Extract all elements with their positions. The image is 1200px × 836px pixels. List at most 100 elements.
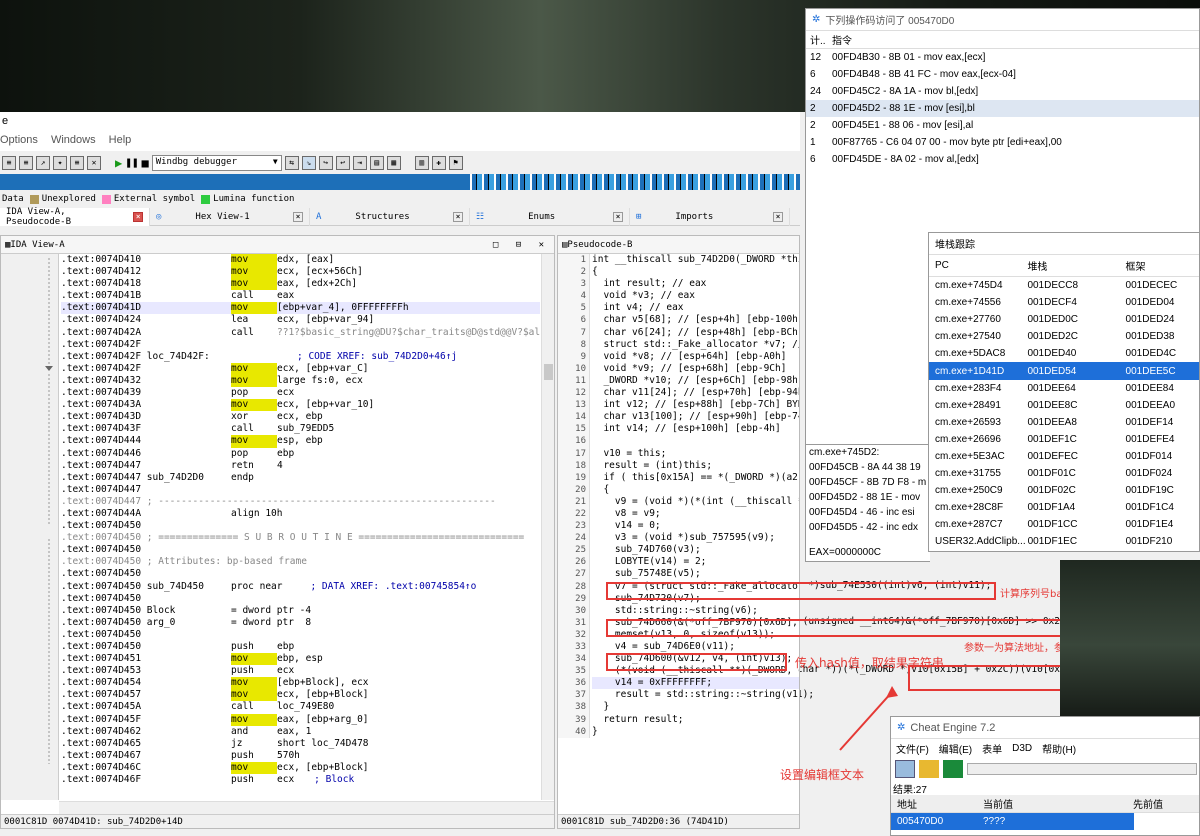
pseudocode-line[interactable]: void *v3; // eax [592, 290, 799, 302]
close-icon[interactable]: ✕ [87, 155, 101, 170]
stack-row[interactable]: cm.exe+27540 001DED2C 001DED38 [929, 328, 1199, 345]
disasm-row[interactable]: .text:0074D465 jz short loc_74D478 [61, 738, 540, 750]
tab-close-icon[interactable]: × [613, 211, 623, 222]
pseudocode-line[interactable]: } [592, 701, 799, 713]
disasm-row[interactable]: .text:0074D450 Block = dword ptr -4 [61, 605, 540, 617]
pseudocode-line[interactable]: v14 = 0xFFFFFFFF; [592, 677, 799, 690]
pseudocode-line[interactable]: std::string::~string(v6); [592, 605, 799, 617]
pseudocode-line[interactable]: _DWORD *v10; // [esp+6Ch] [ebp-98h] [592, 375, 799, 387]
toolbar-icon-9[interactable]: ↩ [335, 155, 350, 170]
pseudocode-line[interactable]: sub_75748E(v5); [592, 568, 799, 580]
pseudocode-line[interactable]: { [592, 484, 799, 496]
disasm-row[interactable]: .text:0074D46C mov ecx, [ebp+Block] [61, 761, 540, 775]
pseudocode-line[interactable]: struct std::_Fake_allocator *v7; // [592, 339, 799, 351]
stack-row[interactable]: cm.exe+5DAC8 001DED40 001DED4C [929, 345, 1199, 362]
pseudocode-line[interactable]: v9 = (void *)(*(int (__thiscall ** [592, 496, 799, 508]
tab-imports[interactable]: ⊞ Imports × [630, 207, 790, 226]
disasm-row[interactable]: .text:0074D43F call sub_79EDD5 [61, 423, 540, 435]
pseudocode-line[interactable]: int result; // eax [592, 278, 799, 290]
toolbar-icon-11[interactable]: ▤ [369, 155, 384, 170]
pseudocode-line[interactable]: v3 = (void *)sub_757595(v9); [592, 532, 799, 544]
tab-structures[interactable]: A Structures × [310, 207, 470, 226]
debugger-select[interactable]: Windbg debugger [151, 154, 282, 171]
pseudocode-line[interactable]: { [592, 266, 799, 278]
pseudocode-line[interactable] [592, 435, 799, 447]
toolbar-icon-4[interactable]: ✦ [53, 155, 67, 170]
disasm-row[interactable]: .text:0074D432 mov large fs:0, ecx [61, 374, 540, 388]
disasm-row[interactable]: .text:0074D450 sub_74D450 proc near ; DATA… [61, 581, 540, 593]
disasm-row[interactable]: .text:0074D450 arg_0 = dword ptr 8 [61, 617, 540, 629]
access-row[interactable]: 6 00FD45DE - 8A 02 - mov al,[edx] [806, 151, 1199, 168]
menu-windows[interactable]: Windows [51, 134, 96, 146]
toolbar-icon-12[interactable]: ▦ [386, 155, 401, 170]
tab-close-icon[interactable]: × [293, 211, 303, 222]
disasm-row[interactable]: .text:0074D43A mov ecx, [ebp+var_10] [61, 399, 540, 412]
stack-row[interactable]: cm.exe+250C9 001DF02C 001DF19C [929, 482, 1199, 499]
disasm-row[interactable]: .text:0074D41D mov [ebp+var_4], 0FFFFFFFFh [61, 302, 540, 315]
toolbar-icon-1[interactable]: ≡ [2, 155, 16, 170]
tab-close-icon[interactable]: × [133, 211, 143, 222]
disasm-row[interactable]: .text:0074D450 [61, 568, 540, 580]
access-row[interactable]: 24 00FD45C2 - 8A 1A - mov bl,[edx] [806, 83, 1199, 100]
pseudocode-line[interactable]: char v11[24]; // [esp+70h] [ebp-94h] [592, 387, 799, 399]
disasm-row[interactable]: .text:0074D45F mov eax, [ebp+arg_0] [61, 713, 540, 726]
stack-list[interactable]: cm.exe+745D4 001DECC8 001DECEC cm.exe+74556… [929, 277, 1199, 551]
access-row[interactable]: 12 00FD4B30 - 8B 01 - mov eax,[ecx] [806, 49, 1199, 66]
ce-menu-table[interactable]: 表单 [982, 741, 1002, 756]
disasm-row[interactable]: .text:0074D45A call loc_749E80 [61, 701, 540, 713]
vertical-scrollbar[interactable] [541, 254, 554, 800]
disasm-row[interactable]: .text:0074D42F loc_74D42F: ; CODE XREF: s… [61, 351, 540, 363]
stack-row[interactable]: cm.exe+74556 001DECF4 001DED04 [929, 294, 1199, 311]
toolbar-icon-6[interactable]: ⇆ [284, 155, 299, 170]
stack-row[interactable]: cm.exe+745D4 001DECC8 001DECEC [929, 277, 1199, 294]
save-icon[interactable] [943, 760, 963, 778]
tab-hex-view[interactable]: ◎ Hex View-1 × [150, 207, 310, 226]
run-icon[interactable]: ▶ [115, 156, 122, 170]
disasm-row[interactable]: .text:0074D447 ; -----------------------… [61, 496, 540, 508]
toolbar-icon-2[interactable]: ≡ [19, 155, 33, 170]
pseudocode-line[interactable]: int v4; // eax [592, 302, 799, 314]
access-row[interactable]: 6 00FD4B48 - 8B 41 FC - mov eax,[ecx-04] [806, 66, 1199, 83]
disasm-row[interactable]: .text:0074D43D xor ecx, ebp [61, 411, 540, 423]
disasm-row[interactable]: .text:0074D410 mov edx, [eax] [61, 254, 540, 267]
pseudocode-line[interactable]: v8 = v9; [592, 508, 799, 520]
pseudocode-line[interactable]: LOBYTE(v14) = 2; [592, 556, 799, 568]
disasm-row[interactable]: .text:0074D467 push 570h [61, 750, 540, 762]
access-list[interactable]: 12 00FD4B30 - 8B 01 - mov eax,[ecx] 6 00FD4… [806, 49, 1199, 168]
toolbar-icon-15[interactable]: ⚑ [448, 155, 463, 170]
ce-menu-help[interactable]: 帮助(H) [1042, 741, 1076, 756]
toolbar-icon-5[interactable]: ≡ [70, 155, 84, 170]
pseudocode-line[interactable]: result = std::string::~string(v11); [592, 689, 799, 701]
stack-row[interactable]: cm.exe+283F4 001DEE64 001DEE84 [929, 380, 1199, 397]
disasm-row[interactable]: .text:0074D447 [61, 484, 540, 496]
tab-close-icon[interactable]: × [453, 211, 463, 222]
stack-row[interactable]: cm.exe+1D41D 001DED54 001DEE5C [929, 362, 1199, 380]
disasm-row[interactable]: .text:0074D450 push ebp [61, 641, 540, 653]
pseudocode-line[interactable]: char v6[24]; // [esp+48h] [ebp-BCh] [592, 327, 799, 339]
pseudocode-line[interactable]: sub_74D760(v3); [592, 544, 799, 556]
disasm-row[interactable]: .text:0074D42A call ??1?$basic_string@DU?$… [61, 327, 540, 339]
stack-row[interactable]: cm.exe+5E3AC 001DEFEC 001DF014 [929, 448, 1199, 465]
access-row[interactable]: 2 00FD45D2 - 88 1E - mov [esi],bl [806, 100, 1199, 117]
disasm-row[interactable]: .text:0074D42F mov ecx, [ebp+var_C] [61, 362, 540, 375]
disasm-row[interactable]: .text:0074D41B call eax [61, 290, 540, 302]
stack-row[interactable]: cm.exe+28C8F 001DF1A4 001DF1C4 [929, 499, 1199, 516]
disasm-row[interactable]: .text:0074D457 mov ecx, [ebp+Block] [61, 689, 540, 702]
disasm-row[interactable]: .text:0074D447 sub_74D2D0 endp [61, 472, 540, 484]
stack-row[interactable]: cm.exe+28491 001DEE8C 001DEEA0 [929, 397, 1199, 414]
stack-row[interactable]: cm.exe+287C7 001DF1CC 001DF1E4 [929, 516, 1199, 533]
disasm-row[interactable]: .text:0074D447 retn 4 [61, 460, 540, 472]
access-row[interactable]: 2 00FD45E1 - 88 06 - mov [esi],al [806, 117, 1199, 134]
disasm-row[interactable]: .text:0074D446 pop ebp [61, 448, 540, 460]
disasm-row[interactable]: .text:0074D439 pop ecx [61, 387, 540, 399]
pseudocode-line[interactable]: char v13[100]; // [esp+90h] [ebp-74h [592, 411, 799, 423]
ce-menu-d3d[interactable]: D3D [1012, 743, 1032, 754]
ce-menu-edit[interactable]: 编辑(E) [939, 741, 972, 756]
menu-help[interactable]: Help [109, 134, 132, 146]
disasm-row[interactable]: .text:0074D412 mov ecx, [ecx+56Ch] [61, 266, 540, 279]
toolbar-icon-7[interactable]: ⇘ [301, 155, 316, 170]
toolbar-icon-8[interactable]: ↪ [318, 155, 333, 170]
disasm-row[interactable]: .text:0074D453 push ecx [61, 665, 540, 677]
tab-enums[interactable]: ☷ Enums × [470, 207, 630, 226]
open-folder-icon[interactable] [919, 760, 939, 778]
